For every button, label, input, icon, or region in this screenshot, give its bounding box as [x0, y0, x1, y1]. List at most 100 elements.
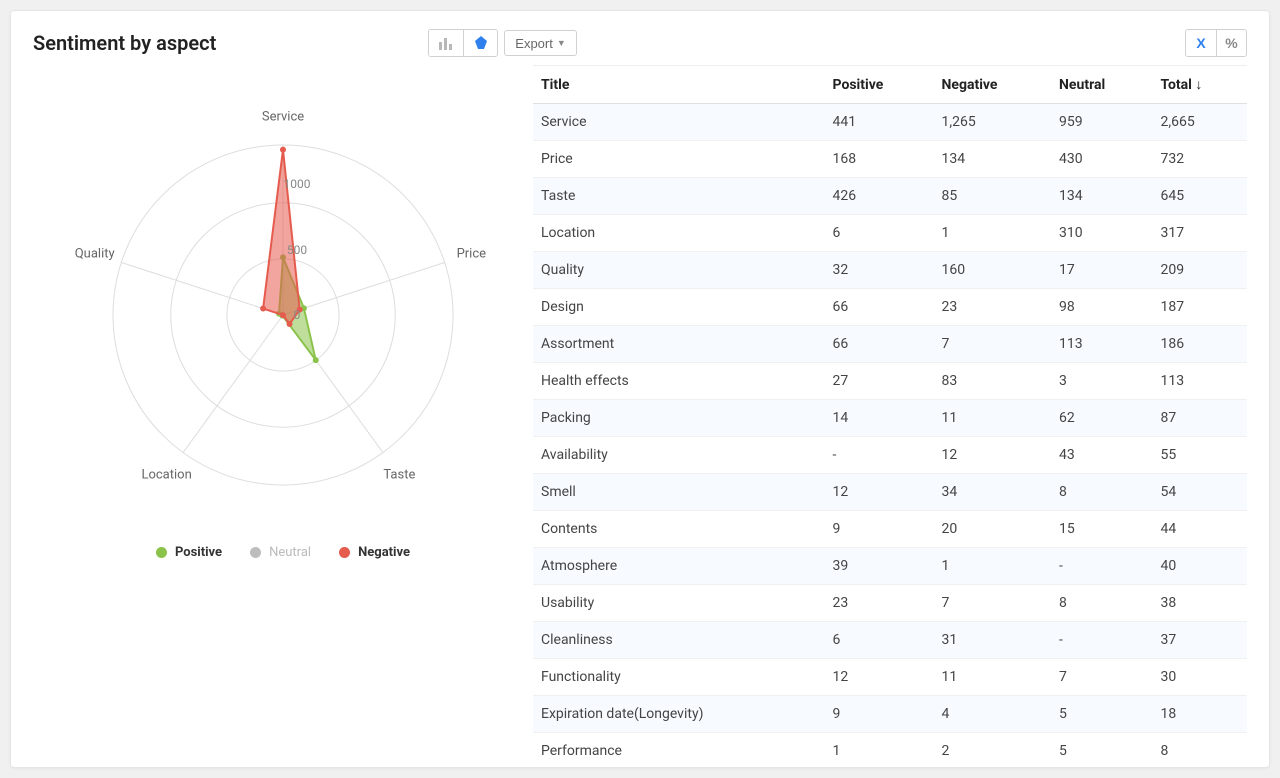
chart-legend: Positive Neutral Negative [156, 545, 410, 560]
right-button-group: X % [1185, 29, 1247, 57]
col-title[interactable]: Title [533, 66, 825, 104]
legend-label-neutral: Neutral [269, 545, 311, 560]
cell-positive: 12 [825, 659, 934, 696]
cell-title: Cleanliness [533, 622, 825, 659]
bar-chart-toggle[interactable] [429, 30, 463, 56]
chart-column: ServicePriceTasteLocationQuality05001000… [33, 65, 533, 757]
cell-title: Location [533, 215, 825, 252]
table-row[interactable]: Price168134430732 [533, 141, 1247, 178]
legend-label-negative: Negative [358, 545, 410, 560]
export-button[interactable]: Export ▼ [504, 30, 577, 56]
table-row[interactable]: Quality3216017209 [533, 252, 1247, 289]
panel-content: ServicePriceTasteLocationQuality05001000… [33, 65, 1247, 757]
axis-label: Taste [383, 468, 415, 483]
cell-neutral: 113 [1051, 326, 1152, 363]
cell-total: 732 [1153, 141, 1247, 178]
cell-negative: 85 [934, 178, 1052, 215]
table-row[interactable]: Taste42685134645 [533, 178, 1247, 215]
col-total[interactable]: Total ↓ [1153, 66, 1247, 104]
cell-title: Expiration date(Longevity) [533, 696, 825, 733]
cell-positive: 66 [825, 326, 934, 363]
table-row[interactable]: Functionality1211730 [533, 659, 1247, 696]
cell-positive: 39 [825, 548, 934, 585]
col-negative[interactable]: Negative [934, 66, 1052, 104]
cell-negative: 7 [934, 326, 1052, 363]
table-row[interactable]: Cleanliness631-37 [533, 622, 1247, 659]
cell-title: Contents [533, 511, 825, 548]
cell-positive: 9 [825, 511, 934, 548]
radar-chart: ServicePriceTasteLocationQuality05001000 [73, 105, 493, 525]
cell-negative: 83 [934, 363, 1052, 400]
cell-positive: 1 [825, 733, 934, 758]
table-row[interactable]: Smell1234854 [533, 474, 1247, 511]
table-row[interactable]: Assortment667113186 [533, 326, 1247, 363]
table-header-row: Title Positive Negative Neutral Total ↓ [533, 66, 1247, 104]
legend-positive[interactable]: Positive [156, 545, 222, 560]
tick-label: 0 [294, 308, 301, 322]
cell-negative: 2 [934, 733, 1052, 758]
table-row[interactable]: Location61310317 [533, 215, 1247, 252]
legend-negative[interactable]: Negative [339, 545, 410, 560]
legend-dot-positive [156, 547, 167, 558]
cell-total: 209 [1153, 252, 1247, 289]
cell-title: Price [533, 141, 825, 178]
cell-title: Functionality [533, 659, 825, 696]
cell-positive: 6 [825, 622, 934, 659]
cell-title: Health effects [533, 363, 825, 400]
table-column: Title Positive Negative Neutral Total ↓ … [533, 65, 1247, 757]
table-row[interactable]: Expiration date(Longevity)94518 [533, 696, 1247, 733]
axis-label: Service [262, 110, 304, 125]
cell-positive: 6 [825, 215, 934, 252]
cell-total: 8 [1153, 733, 1247, 758]
table-row[interactable]: Contents9201544 [533, 511, 1247, 548]
cell-negative: 23 [934, 289, 1052, 326]
cell-neutral: 7 [1051, 659, 1152, 696]
cell-title: Quality [533, 252, 825, 289]
table-row[interactable]: Design662398187 [533, 289, 1247, 326]
percent-button[interactable]: % [1216, 30, 1246, 56]
cell-positive: 426 [825, 178, 934, 215]
table-row[interactable]: Availability-124355 [533, 437, 1247, 474]
col-positive[interactable]: Positive [825, 66, 934, 104]
cell-positive: 27 [825, 363, 934, 400]
cell-title: Taste [533, 178, 825, 215]
cell-neutral: 5 [1051, 696, 1152, 733]
cell-negative: 11 [934, 400, 1052, 437]
cell-negative: 1,265 [934, 104, 1052, 141]
cell-title: Assortment [533, 326, 825, 363]
cell-title: Availability [533, 437, 825, 474]
cell-title: Smell [533, 474, 825, 511]
cell-positive: 12 [825, 474, 934, 511]
sentiment-table: Title Positive Negative Neutral Total ↓ … [533, 66, 1247, 757]
cell-negative: 7 [934, 585, 1052, 622]
cell-neutral: 17 [1051, 252, 1152, 289]
close-button[interactable]: X [1186, 30, 1216, 56]
table-row[interactable]: Health effects27833113 [533, 363, 1247, 400]
cell-total: 37 [1153, 622, 1247, 659]
axis-label: Location [141, 468, 191, 483]
radar-chart-toggle[interactable] [463, 30, 497, 56]
cell-total: 44 [1153, 511, 1247, 548]
cell-negative: 20 [934, 511, 1052, 548]
table-row[interactable]: Performance1258 [533, 733, 1247, 758]
cell-positive: 9 [825, 696, 934, 733]
cell-total: 317 [1153, 215, 1247, 252]
legend-label-positive: Positive [175, 545, 222, 560]
table-row[interactable]: Atmosphere391-40 [533, 548, 1247, 585]
table-row[interactable]: Packing14116287 [533, 400, 1247, 437]
cell-title: Packing [533, 400, 825, 437]
cell-neutral: 8 [1051, 474, 1152, 511]
radar-svg [73, 105, 493, 525]
col-neutral[interactable]: Neutral [1051, 66, 1152, 104]
chart-type-group [428, 29, 498, 57]
cell-neutral: 43 [1051, 437, 1152, 474]
panel-title: Sentiment by aspect [33, 31, 216, 55]
table-row[interactable]: Service4411,2659592,665 [533, 104, 1247, 141]
cell-total: 645 [1153, 178, 1247, 215]
cell-total: 2,665 [1153, 104, 1247, 141]
cell-positive: 14 [825, 400, 934, 437]
bar-chart-icon [438, 36, 454, 50]
legend-neutral[interactable]: Neutral [250, 545, 311, 560]
cell-total: 55 [1153, 437, 1247, 474]
table-row[interactable]: Usability237838 [533, 585, 1247, 622]
